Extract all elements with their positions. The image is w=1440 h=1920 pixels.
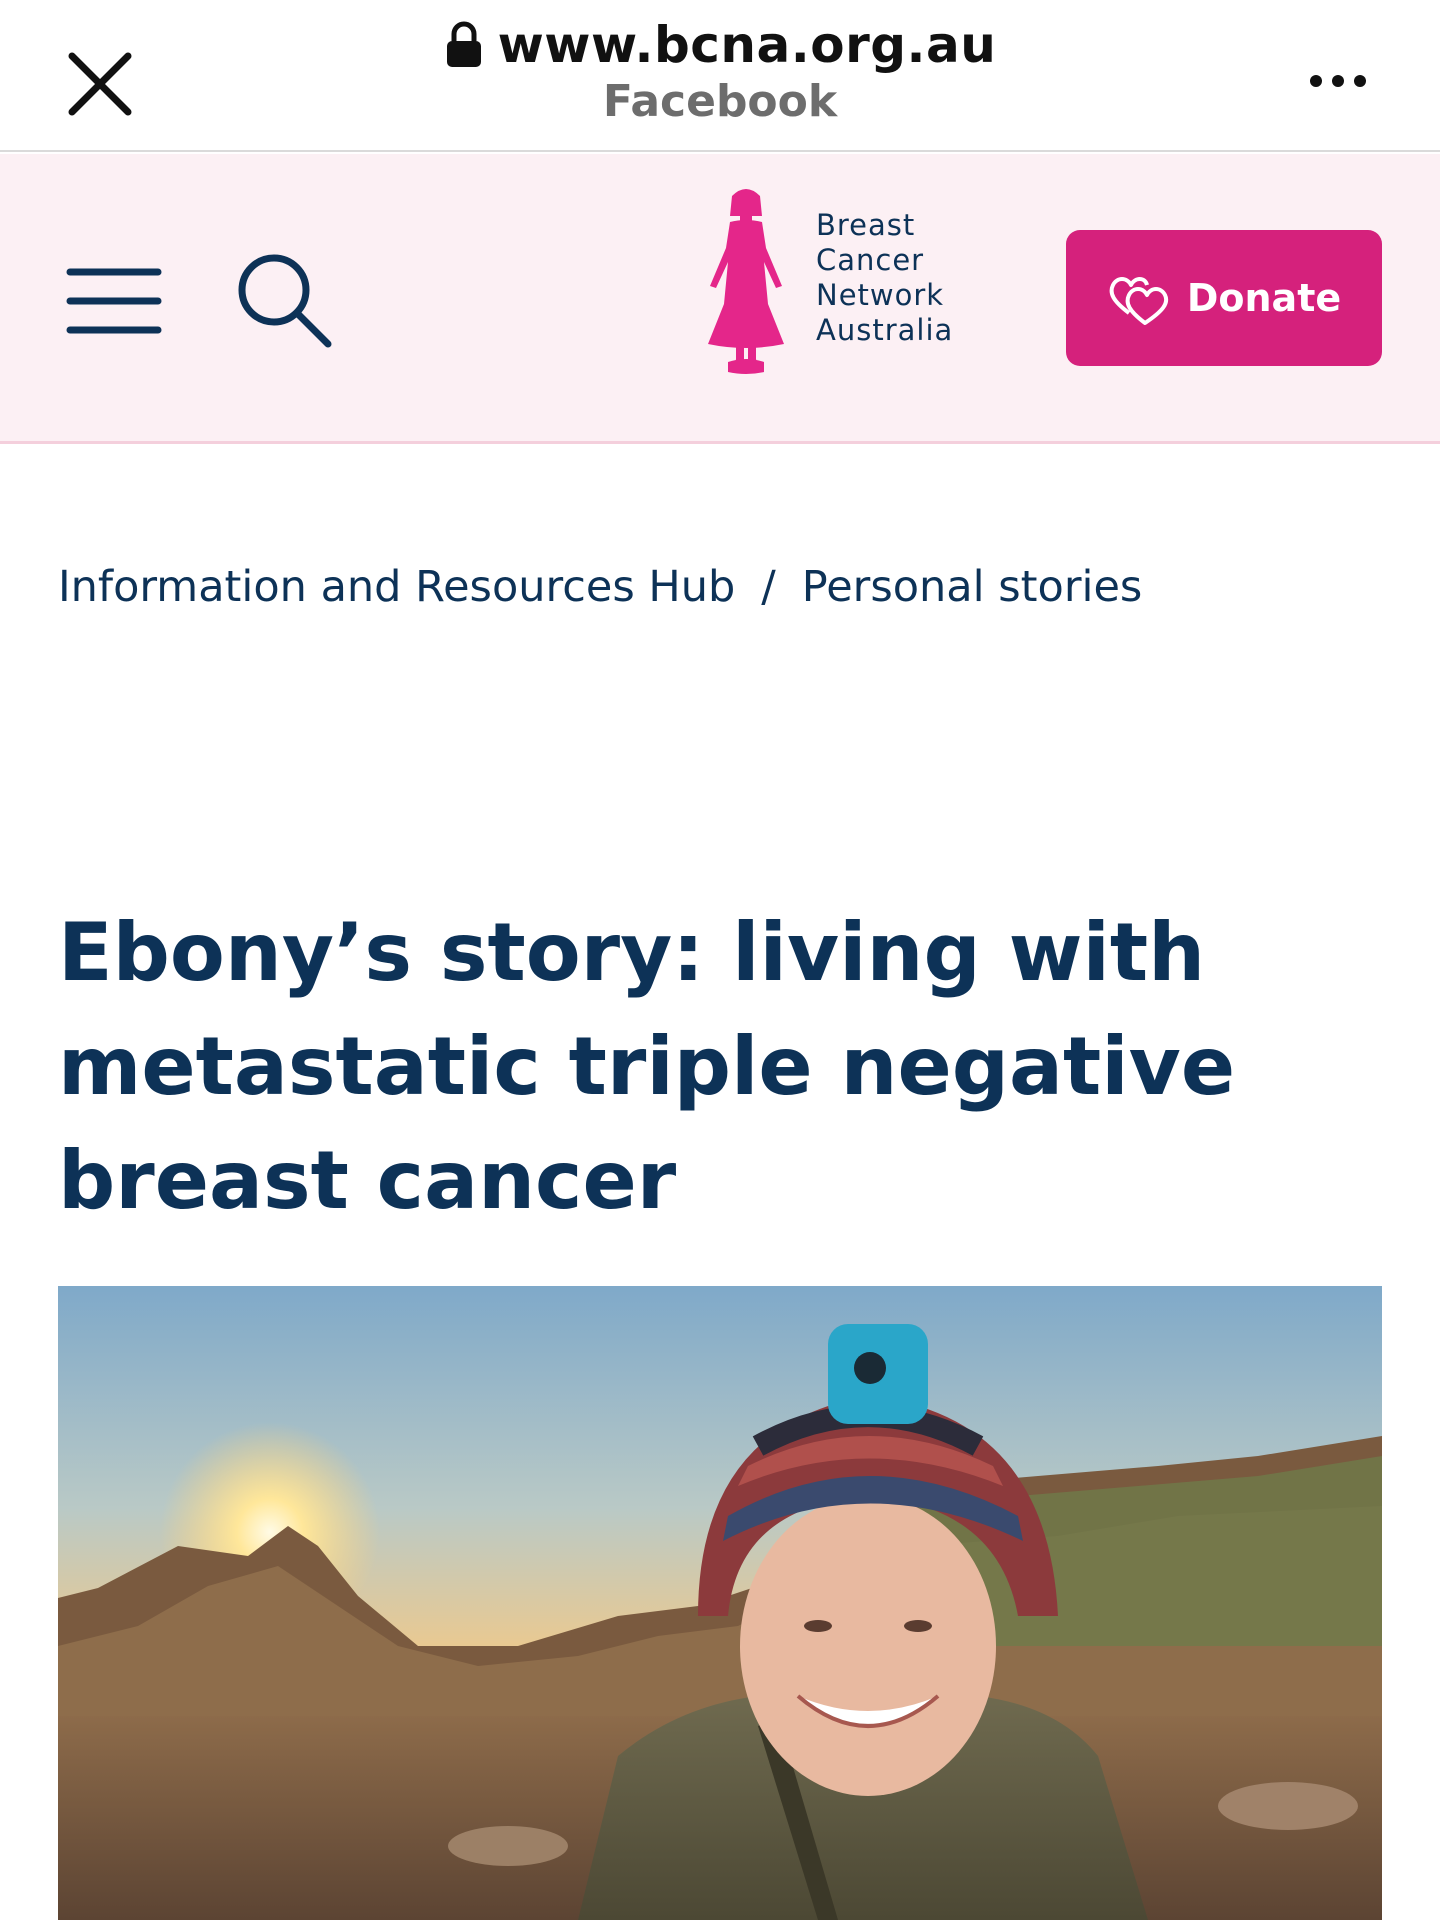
menu-button[interactable] <box>66 264 162 338</box>
source-label: Facebook <box>602 76 838 127</box>
more-icon <box>1310 75 1366 87</box>
breadcrumb-separator: / <box>761 562 776 612</box>
hero-image <box>58 1286 1382 1920</box>
breadcrumb-item-personal-stories[interactable]: Personal stories <box>802 562 1143 612</box>
logo-line: Australia <box>816 313 954 347</box>
lock-icon <box>446 21 481 67</box>
search-button[interactable] <box>234 250 334 350</box>
logo-line: Cancer <box>816 243 925 277</box>
hamburger-menu-icon <box>66 268 162 334</box>
breadcrumb: Information and Resources Hub / Personal s… <box>58 562 1142 612</box>
browser-bar: www.bcna.org.au Facebook <box>0 0 1440 152</box>
url-display[interactable]: www.bcna.org.au Facebook <box>0 16 1440 127</box>
search-icon <box>238 254 332 348</box>
url-text: www.bcna.org.au <box>497 16 997 74</box>
hero-photo <box>58 1286 1382 1920</box>
pink-lady-icon <box>708 189 784 374</box>
logo-line: Breast <box>816 208 916 242</box>
hearts-icon <box>1109 277 1168 325</box>
page-title: Ebony’s story: living with metastatic tr… <box>58 906 1236 1227</box>
logo-line: Network <box>816 278 945 312</box>
bcna-logo[interactable]: Breast Cancer Network Australia <box>706 186 956 376</box>
more-button[interactable] <box>1308 66 1368 96</box>
donate-label: Donate <box>1186 276 1342 320</box>
donate-button[interactable]: Donate <box>1066 230 1382 366</box>
breadcrumb-item-hub[interactable]: Information and Resources Hub <box>58 562 735 612</box>
site-header: Breast Cancer Network Australia Donate <box>0 154 1440 444</box>
